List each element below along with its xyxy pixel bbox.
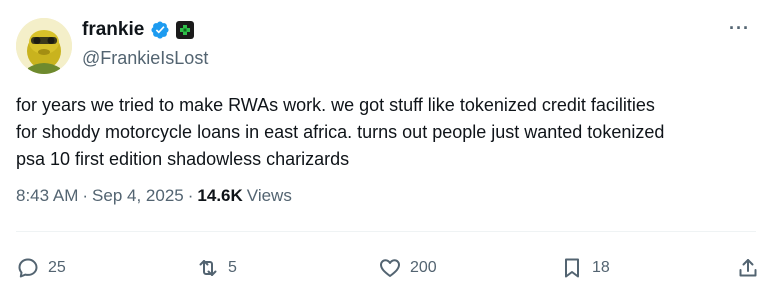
heart-icon: [380, 259, 400, 277]
reply-count: 25: [48, 259, 66, 276]
bookmark-button[interactable]: 18: [560, 254, 610, 282]
tweet-meta: 8:43 AM · Sep 4, 2025 · 14.6K Views: [16, 184, 292, 208]
more-options-icon[interactable]: ···: [729, 18, 750, 39]
verified-badge-icon: [150, 20, 170, 40]
reply-button[interactable]: 25: [16, 254, 66, 282]
divider: [16, 231, 756, 232]
views-label[interactable]: Views: [247, 184, 292, 208]
tweet-text: for years we tried to make RWAs work. we…: [16, 95, 665, 169]
tweet-card: frankie @FrankieIsLost ··· for years we …: [0, 0, 772, 292]
repost-icon: [199, 260, 217, 276]
like-button[interactable]: 200: [378, 254, 437, 282]
tweet-time[interactable]: 8:43 AM: [16, 184, 78, 208]
bookmark-count: 18: [592, 259, 610, 276]
author-name-row: frankie: [82, 18, 195, 42]
avatar[interactable]: [16, 18, 72, 74]
reply-icon: [18, 258, 38, 278]
meta-separator: ·: [82, 186, 89, 205]
avatar-image: [16, 18, 72, 74]
share-icon: [739, 259, 757, 277]
affiliate-badge-icon[interactable]: [176, 21, 195, 39]
meta-separator: ·: [187, 186, 194, 205]
repost-count: 5: [228, 259, 237, 276]
tweet-date[interactable]: Sep 4, 2025: [92, 184, 184, 208]
like-count: 200: [410, 259, 437, 276]
author-handle[interactable]: @FrankieIsLost: [82, 46, 208, 70]
bookmark-icon: [565, 258, 579, 278]
share-button[interactable]: [736, 254, 760, 282]
views-count[interactable]: 14.6K: [197, 184, 242, 208]
author-display-name[interactable]: frankie: [82, 18, 144, 42]
repost-button[interactable]: 5: [196, 254, 237, 282]
